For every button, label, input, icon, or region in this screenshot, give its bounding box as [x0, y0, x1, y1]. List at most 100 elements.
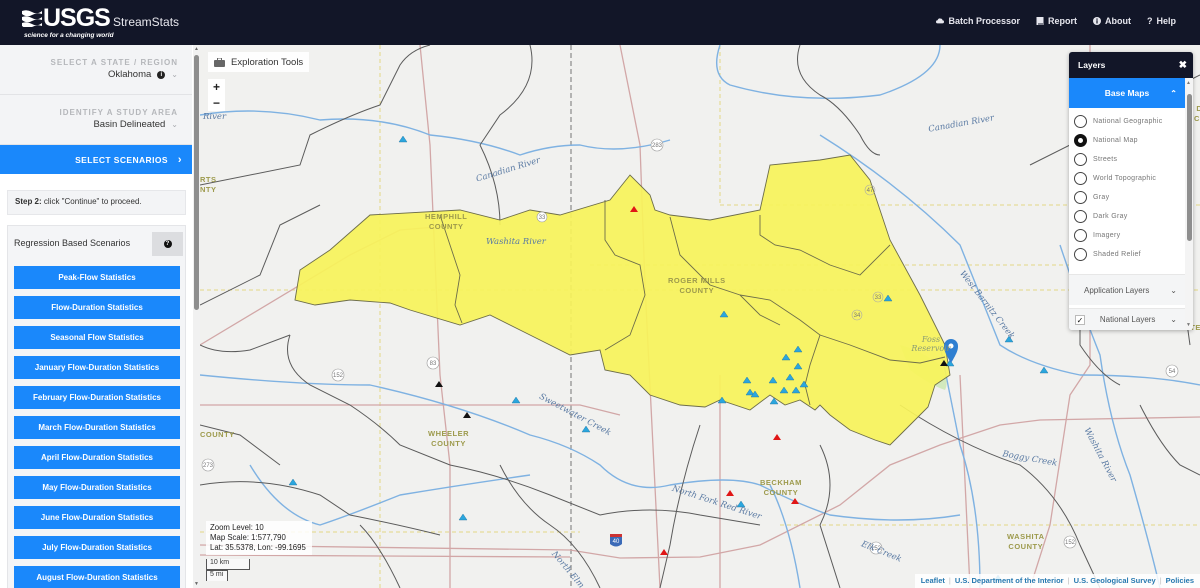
map-canvas[interactable]: 283 33 47 33 34 83 152 152 183 54 40 273… [200, 45, 1200, 588]
application-layers-toggle[interactable]: Application Layers ⌄ [1069, 274, 1185, 305]
about-link[interactable]: About [1092, 16, 1131, 26]
scenarios-title: Regression Based Scenarios [14, 238, 131, 248]
zoom-out-button[interactable]: − [208, 95, 225, 111]
scroll-down-icon[interactable]: ▼ [1186, 322, 1191, 328]
sidebar: SELECT A STATE / REGION Oklahoma i ⌄ IDE… [0, 45, 200, 588]
scenario-button-january[interactable]: January Flow-Duration Statistics [14, 356, 180, 379]
usgs-logo[interactable]: USGS science for a changing world [22, 6, 114, 40]
select-scenarios-button[interactable]: SELECT SCENARIOS › [0, 145, 192, 174]
layers-scrollbar[interactable]: ▲ ▼ [1185, 78, 1193, 330]
map-view[interactable]: 283 33 47 33 34 83 152 152 183 54 40 273… [200, 45, 1200, 588]
radio-button[interactable] [1074, 153, 1087, 166]
radio-button[interactable] [1074, 115, 1087, 128]
sidebar-scroll-thumb[interactable] [194, 55, 199, 310]
scenarios-help-button[interactable]: ? [152, 232, 183, 256]
attribution-separator: | [948, 576, 951, 585]
base-map-option-world-topographic[interactable]: World Topographic [1074, 169, 1193, 188]
gage-marker[interactable] [1039, 366, 1049, 374]
scenario-button-seasonal[interactable]: Seasonal Flow Statistics [14, 326, 180, 349]
gage-marker[interactable] [435, 381, 443, 387]
national-layers-checkbox[interactable]: ✓ [1075, 314, 1085, 325]
gage-marker[interactable] [773, 434, 781, 440]
base-map-option-national-geographic[interactable]: National Geographic [1074, 112, 1193, 131]
exploration-tools-button[interactable]: Exploration Tools [208, 52, 310, 72]
scenario-button-july[interactable]: July Flow-Duration Statistics [14, 536, 180, 559]
base-map-option-shaded-relief[interactable]: Shaded Relief [1074, 245, 1193, 264]
attribution-doi-link[interactable]: U.S. Department of the Interior [955, 576, 1064, 586]
app-name: StreamStats [113, 15, 180, 29]
route-shield-label: 152 [333, 373, 344, 379]
radio-button[interactable] [1074, 210, 1087, 223]
base-map-option-gray[interactable]: Gray [1074, 188, 1193, 207]
report-label: Report [1047, 16, 1077, 26]
scroll-up-icon[interactable]: ▲ [193, 46, 200, 52]
scenario-button-august[interactable]: August Flow-Duration Statistics [14, 566, 180, 588]
radio-button[interactable] [1074, 229, 1087, 242]
batch-processor-label: Batch Processor [948, 16, 1020, 26]
report-link[interactable]: Report [1036, 16, 1077, 26]
toolbox-icon [214, 57, 225, 67]
base-map-label: Streets [1093, 156, 1118, 163]
info-icon [1092, 17, 1101, 25]
base-map-label: Imagery [1093, 232, 1121, 239]
scenario-button-march[interactable]: March Flow-Duration Statistics [14, 416, 180, 439]
gage-marker[interactable] [660, 549, 668, 555]
help-link[interactable]: ? Help [1147, 16, 1176, 26]
scenario-button-february[interactable]: February Flow-Duration Statistics [14, 386, 180, 409]
base-map-option-dark-gray[interactable]: Dark Gray [1074, 207, 1193, 226]
scenario-button-april[interactable]: April Flow-Duration Statistics [14, 446, 180, 469]
base-maps-toggle[interactable]: Base Maps ⌃ [1069, 78, 1185, 108]
route-shield: 283 [650, 138, 664, 152]
route-shield: 273 [201, 458, 215, 472]
scroll-down-icon[interactable]: ▼ [193, 581, 200, 587]
scenario-button-may[interactable]: May Flow-Duration Statistics [14, 476, 180, 499]
route-shield: 152 [1063, 535, 1077, 549]
base-map-option-national-map[interactable]: National Map [1074, 131, 1193, 150]
gage-marker[interactable] [511, 396, 521, 404]
radio-button[interactable] [1074, 248, 1087, 261]
attribution-policies-link[interactable]: Policies [1166, 576, 1194, 586]
attribution-leaflet-link[interactable]: Leaflet [921, 576, 945, 586]
zoom-in-button[interactable]: + [208, 79, 225, 95]
study-area-selector[interactable]: IDENTIFY A STUDY AREA Basin Delineated ⌄ [0, 95, 192, 145]
chevron-right-icon: › [177, 153, 182, 166]
route-shield-label: 33 [875, 295, 882, 301]
info-icon[interactable]: i [157, 70, 166, 79]
base-map-label: Gray [1093, 194, 1110, 201]
gage-marker[interactable] [288, 478, 298, 486]
map-label-county: COUNTY [200, 430, 235, 439]
scenario-button-peak-flow[interactable]: Peak-Flow Statistics [14, 266, 180, 289]
attribution-usgs-link[interactable]: U.S. Geological Survey [1074, 576, 1156, 586]
radio-button[interactable] [1074, 191, 1087, 204]
close-icon[interactable]: ✖ [1179, 60, 1187, 71]
batch-processor-link[interactable]: Batch Processor [936, 16, 1020, 26]
gage-marker[interactable] [458, 513, 468, 521]
delineated-basin[interactable] [294, 154, 951, 446]
radio-button-selected[interactable] [1074, 134, 1087, 147]
layers-scroll-thumb[interactable] [1187, 94, 1192, 241]
state-selector[interactable]: SELECT A STATE / REGION Oklahoma i ⌄ [0, 45, 192, 95]
radio-button[interactable] [1074, 172, 1087, 185]
sidebar-scrollbar[interactable]: ▲ ▼ [193, 45, 200, 588]
scenario-button-flow-duration[interactable]: Flow-Duration Statistics [14, 296, 180, 319]
gage-marker[interactable] [726, 490, 734, 496]
map-label-washita-county: WASHITA COUNTY [1007, 532, 1045, 551]
map-scale-readout: Map Scale: 1:577,790 [210, 533, 286, 542]
study-area-value: Basin Delineated [93, 119, 166, 130]
scroll-up-icon[interactable]: ▲ [1186, 80, 1191, 86]
national-layers-toggle[interactable]: ✓ National Layers ⌄ [1069, 308, 1185, 330]
gage-marker[interactable] [398, 135, 408, 143]
header: USGS science for a changing world Stream… [0, 0, 1200, 45]
gage-marker[interactable] [791, 498, 799, 504]
layers-panel-header: Layers ✖ [1069, 52, 1193, 78]
scenario-button-june[interactable]: June Flow-Duration Statistics [14, 506, 180, 529]
base-map-option-streets[interactable]: Streets [1074, 150, 1193, 169]
map-readout: Zoom Level: 10 Map Scale: 1:577,790 Lat:… [206, 521, 312, 555]
book-icon [1036, 17, 1044, 25]
study-area-label: IDENTIFY A STUDY AREA [59, 108, 178, 117]
base-map-option-imagery[interactable]: Imagery [1074, 226, 1193, 245]
map-label-hemphill-county: HEMPHILL COUNTY [425, 212, 468, 231]
attribution-separator: | [1159, 576, 1162, 585]
chevron-down-icon: ⌄ [1170, 285, 1177, 295]
route-shield: 152 [331, 368, 345, 382]
